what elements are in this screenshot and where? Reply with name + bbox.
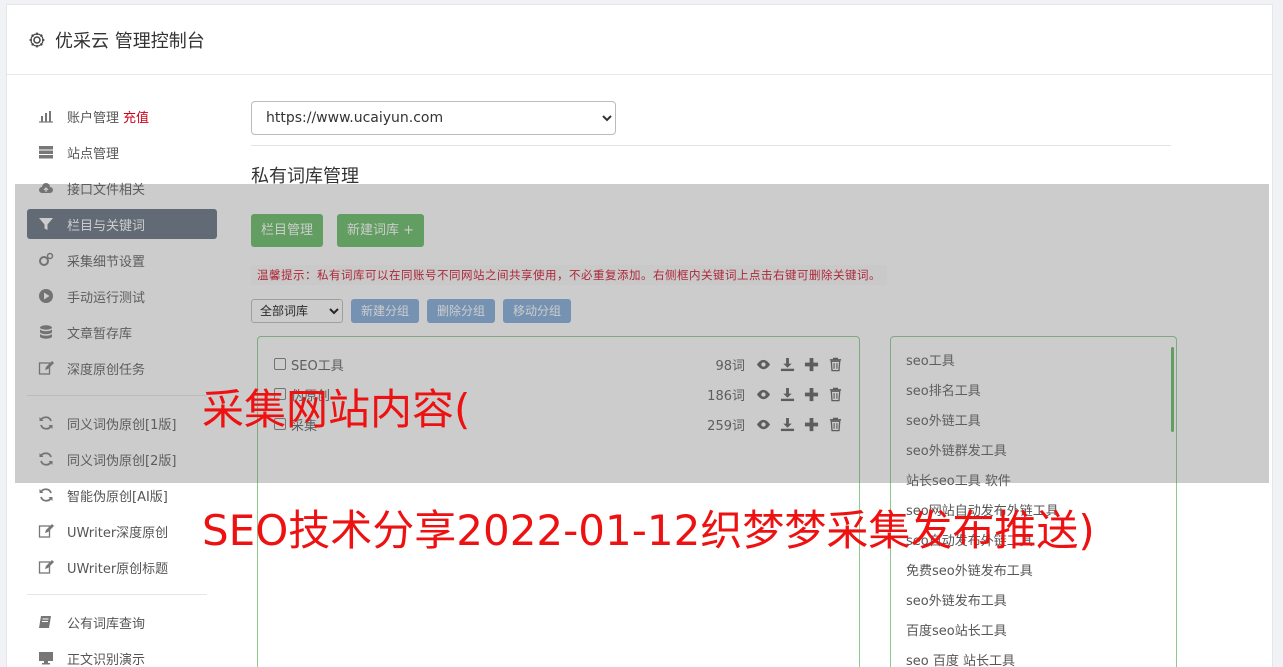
- sidebar-item-label: 智能伪原创[AI版]: [67, 489, 168, 505]
- site-select[interactable]: https://www.ucaiyun.com: [251, 101, 616, 135]
- sidebar-item-label: 账户管理: [67, 110, 120, 126]
- keyword-item[interactable]: seo外链发布工具: [906, 587, 1161, 617]
- recharge-link[interactable]: 充值: [123, 107, 149, 126]
- monitor-icon: [38, 650, 54, 666]
- page-title: 优采云 管理控制台: [55, 30, 205, 52]
- sidebar-item-label: 站点管理: [67, 146, 120, 162]
- refresh-icon: [38, 487, 54, 503]
- edit-icon: [38, 559, 54, 575]
- book-icon: [38, 614, 54, 630]
- keyword-item[interactable]: 免费seo外链发布工具: [906, 557, 1161, 587]
- overlay-caption-line2: SEO技术分享2022-01-12织梦梦采集发布推送): [202, 506, 1095, 555]
- bar-chart-icon: [38, 108, 54, 124]
- console-header: 优采云 管理控制台: [7, 5, 1272, 75]
- sidebar-item[interactable]: 站点管理: [27, 137, 217, 167]
- sidebar-item-label: UWriter原创标题: [67, 561, 169, 577]
- sidebar-item-label: 正文识别演示: [67, 652, 146, 667]
- sidebar-item[interactable]: 智能伪原创[AI版]: [27, 480, 217, 510]
- sidebar-item[interactable]: UWriter原创标题: [27, 552, 217, 582]
- server-icon: [38, 144, 54, 160]
- divider: [251, 145, 1171, 146]
- gray-overlay: [15, 184, 1269, 483]
- sidebar-item[interactable]: 公有词库查询: [27, 607, 217, 637]
- edit-icon: [38, 523, 54, 539]
- sidebar-item[interactable]: 正文识别演示: [27, 643, 217, 667]
- sidebar-item-label: 公有词库查询: [67, 616, 146, 632]
- sidebar-item[interactable]: 账户管理 充值: [27, 101, 217, 131]
- overlay-caption-line1: 采集网站内容(: [202, 385, 471, 434]
- keyword-item[interactable]: 百度seo站长工具: [906, 617, 1161, 647]
- sidebar-item[interactable]: UWriter深度原创: [27, 516, 217, 546]
- gear-icon: [27, 30, 47, 50]
- nav-divider: [27, 594, 207, 595]
- keyword-item[interactable]: seo 百度 站长工具: [906, 647, 1161, 667]
- sidebar-item-label: UWriter深度原创: [67, 525, 169, 541]
